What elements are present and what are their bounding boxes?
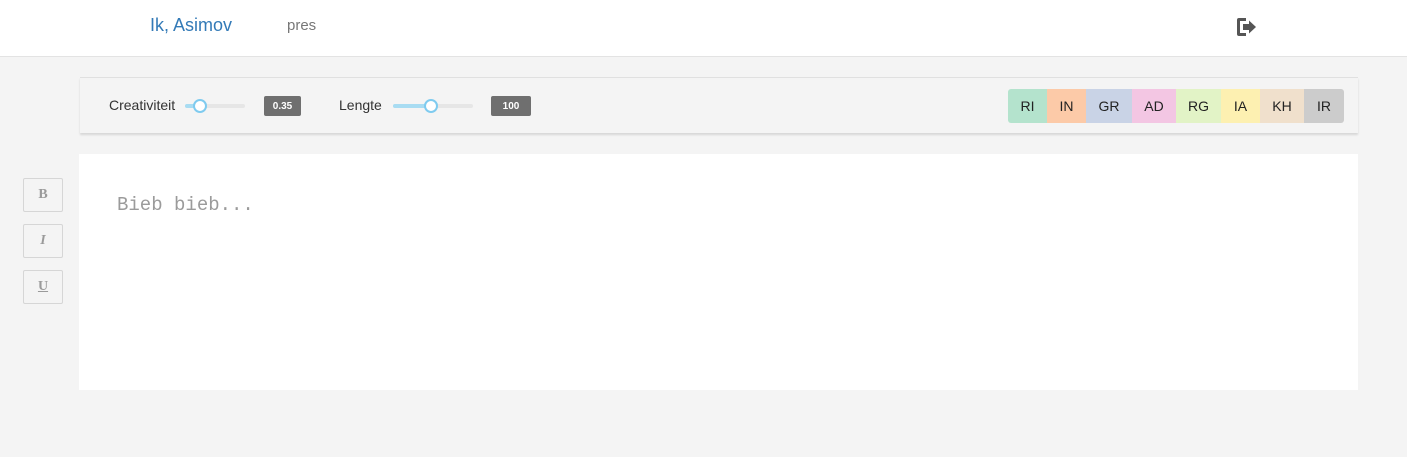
- tag-button-ri[interactable]: RI: [1008, 89, 1047, 123]
- bold-button[interactable]: B: [23, 178, 63, 212]
- creativity-slider[interactable]: [185, 99, 245, 113]
- creativity-value-badge: 0.35: [264, 96, 301, 116]
- editor-placeholder: Bieb bieb...: [117, 194, 254, 216]
- length-slider[interactable]: [393, 99, 473, 113]
- nav-link-pres[interactable]: pres: [287, 17, 316, 35]
- tag-button-ia[interactable]: IA: [1221, 89, 1260, 123]
- navbar: Ik, Asimov pres: [0, 0, 1407, 57]
- creativity-label: Creativiteit: [109, 97, 176, 113]
- underline-button[interactable]: U: [23, 270, 63, 304]
- length-slider-thumb[interactable]: [424, 99, 439, 113]
- length-value-badge: 100: [491, 96, 531, 116]
- tag-button-group: RI IN GR AD RG IA KH IR: [1008, 89, 1344, 123]
- generation-toolbar: Creativiteit 0.35 Lengte 100 RI IN GR AD…: [80, 77, 1358, 133]
- tag-button-kh[interactable]: KH: [1260, 89, 1304, 123]
- length-label: Lengte: [339, 97, 382, 113]
- italic-button[interactable]: I: [23, 224, 63, 258]
- tag-button-ir[interactable]: IR: [1304, 89, 1344, 123]
- creativity-slider-thumb[interactable]: [193, 99, 207, 113]
- brand-link[interactable]: Ik, Asimov: [150, 14, 232, 36]
- text-editor[interactable]: Bieb bieb...: [79, 154, 1358, 390]
- tag-button-in[interactable]: IN: [1047, 89, 1086, 123]
- sign-out-icon[interactable]: [1235, 16, 1259, 38]
- tag-button-ad[interactable]: AD: [1132, 89, 1176, 123]
- tag-button-gr[interactable]: GR: [1086, 89, 1132, 123]
- tag-button-rg[interactable]: RG: [1176, 89, 1221, 123]
